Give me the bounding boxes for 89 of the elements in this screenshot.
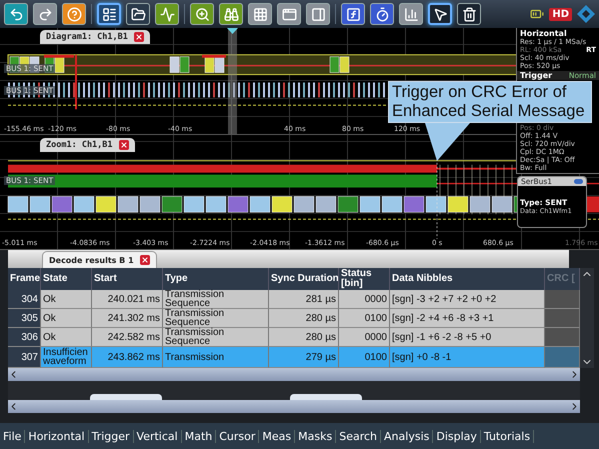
waveform-icon <box>160 6 174 22</box>
start-cell: 241.302 ms <box>92 309 163 328</box>
zoom-tab[interactable]: Zoom1: Ch1,B1 <box>40 138 135 152</box>
binoculars-icon <box>224 6 238 22</box>
menu-item[interactable]: Meas <box>259 430 296 442</box>
panel-title: Trigger <box>520 71 552 80</box>
nibbles-cell: [sgn] -3 +2 +7 +2 +0 +2 <box>390 290 545 309</box>
function-icon <box>346 6 360 22</box>
state-cell: Ok <box>41 290 92 309</box>
toolbar-button[interactable] <box>97 3 121 25</box>
close-icon[interactable] <box>118 140 129 150</box>
duration-cell: 280 µs <box>269 309 339 328</box>
menu-item[interactable]: Analysis <box>381 430 434 442</box>
horizontal-scrollbar[interactable] <box>8 368 580 381</box>
nibbles-cell: [sgn] +0 -8 -1 <box>390 347 545 368</box>
crc-cell <box>545 290 580 309</box>
type-cell: Transmission Sequence <box>163 309 269 328</box>
column-header[interactable]: State <box>41 268 92 290</box>
close-icon[interactable] <box>134 32 144 42</box>
decode-tab[interactable]: Decode results B 1 <box>42 251 157 268</box>
menu-item[interactable]: Horizontal <box>25 430 89 442</box>
column-header[interactable]: Status [bin] <box>339 268 390 290</box>
menu-item[interactable]: Tutorials <box>480 430 534 442</box>
scroll-handle[interactable] <box>290 394 362 400</box>
status-cell: 0000 <box>339 290 390 309</box>
undo-icon <box>8 6 24 22</box>
horizontal-scrollbar[interactable] <box>8 400 580 413</box>
state-cell: Ok <box>41 328 92 347</box>
nibbles-cell: [sgn] -2 +4 +6 -8 +3 +1 <box>390 309 545 328</box>
bar-chart-icon <box>404 6 418 22</box>
start-cell: 240.021 ms <box>92 290 163 309</box>
status-cell: 0000 <box>339 328 390 347</box>
column-header[interactable]: Sync Duration <box>269 268 339 290</box>
toolbar-button[interactable] <box>457 3 481 25</box>
menu-item[interactable]: Math <box>182 430 216 442</box>
menu-item[interactable]: Trigger <box>88 430 134 442</box>
duration-cell: 281 µs <box>269 290 339 309</box>
hd-badge: HD <box>549 8 572 20</box>
trash-icon <box>462 6 476 22</box>
state-cell: Insufficien waveform <box>41 347 92 368</box>
type-cell: Transmission Sequence <box>163 290 269 309</box>
column-header[interactable]: Start <box>92 268 163 290</box>
logo-icon <box>577 5 595 23</box>
list-layout-icon <box>102 6 116 22</box>
frame-cell: 306 <box>8 328 41 347</box>
start-cell: 243.862 ms <box>92 347 163 368</box>
help-icon <box>66 6 82 22</box>
type-cell: Transmission Sequence <box>163 328 269 347</box>
menu-item[interactable]: Masks <box>295 430 336 442</box>
type-cell: Transmission <box>163 347 269 368</box>
window-icon <box>282 6 296 22</box>
battery-icon <box>530 7 544 21</box>
callout-pointer <box>425 123 470 161</box>
toolbar-button[interactable] <box>428 3 452 25</box>
column-header[interactable]: Data Nibbles <box>390 268 545 290</box>
redo-icon <box>38 6 52 22</box>
scroll-handle[interactable] <box>90 394 162 400</box>
panel-title: Horizontal <box>520 29 568 38</box>
grid-icon <box>252 6 268 22</box>
state-cell: Ok <box>41 309 92 328</box>
toolbar-button[interactable] <box>126 3 150 25</box>
zoom-in-icon <box>194 6 210 22</box>
frame-cell: 307 <box>8 347 41 368</box>
pointer-icon <box>432 6 448 22</box>
folder-icon <box>130 6 146 22</box>
frame-cell: 304 <box>8 290 41 309</box>
menu-item[interactable]: File <box>0 430 26 442</box>
close-icon[interactable] <box>140 255 150 265</box>
column-header[interactable]: Frame <box>8 268 41 290</box>
vertical-scrollbar[interactable] <box>580 268 594 368</box>
duration-cell: 280 µs <box>269 328 339 347</box>
panel-icon <box>310 6 326 22</box>
frame-cell: 305 <box>8 309 41 328</box>
menu-item[interactable]: Vertical <box>134 430 182 442</box>
crc-cell <box>545 309 580 328</box>
duration-cell: 279 µs <box>269 347 339 368</box>
status-cell: 0100 <box>339 347 390 368</box>
timer-icon <box>374 6 390 22</box>
toggle-icon[interactable] <box>574 179 583 184</box>
crc-cell <box>545 347 580 368</box>
column-header[interactable]: Type <box>163 268 269 290</box>
diagram-tab[interactable]: Diagram1: Ch1,B1 <box>40 30 150 44</box>
menu-item[interactable]: Display <box>433 430 481 442</box>
status-cell: 0100 <box>339 309 390 328</box>
menu-item[interactable]: Search <box>336 430 382 442</box>
menu-item[interactable]: Cursor <box>216 430 260 442</box>
start-cell: 242.582 ms <box>92 328 163 347</box>
nibbles-cell: [sgn] -1 +6 -2 -8 +5 +0 <box>390 328 545 347</box>
crc-cell <box>545 328 580 347</box>
